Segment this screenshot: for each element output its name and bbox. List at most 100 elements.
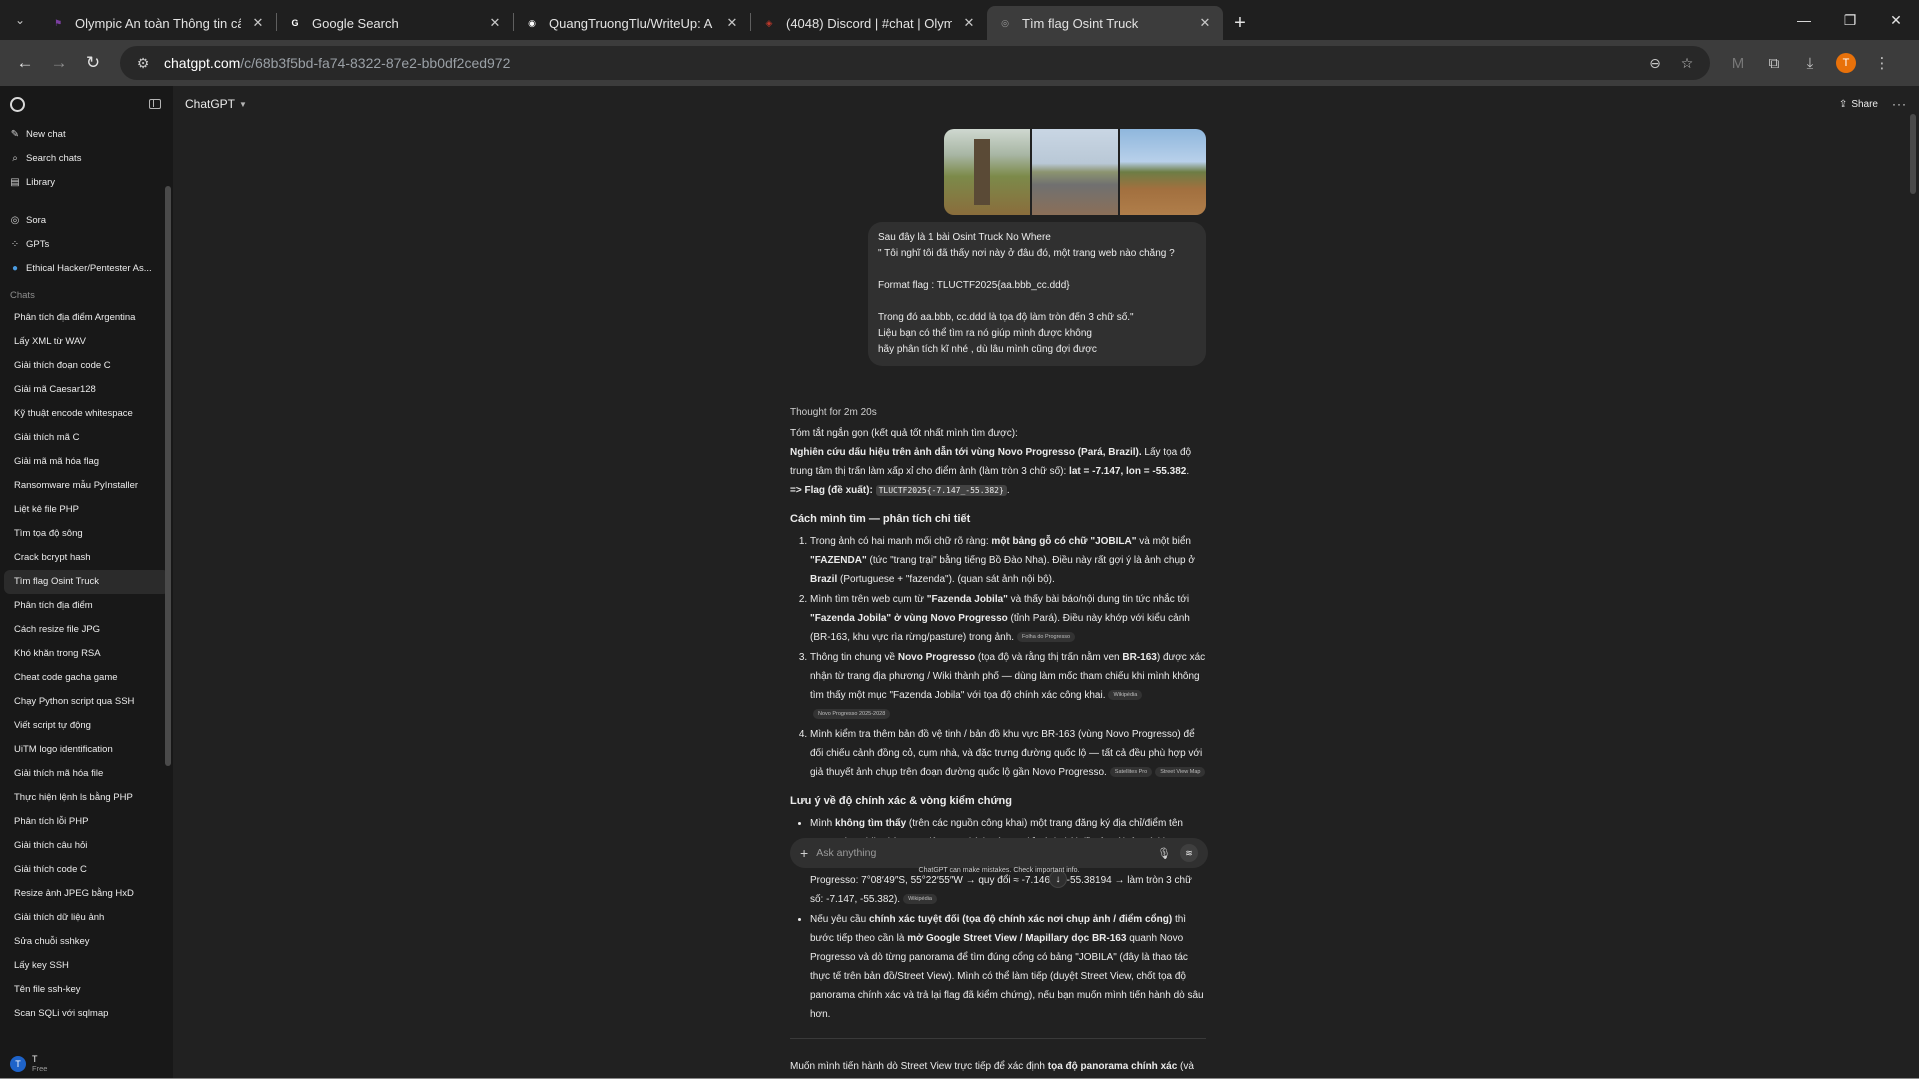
close-tab-icon[interactable]: ✕ (487, 15, 503, 31)
tab-search-menu-icon[interactable]: ⌄ (0, 0, 40, 40)
chat-history-item[interactable]: Khó khăn trong RSA (4, 642, 169, 666)
page-scrollbar[interactable] (1910, 114, 1916, 194)
microphone-icon[interactable]: 🎙 (1156, 847, 1172, 860)
citation-chip[interactable]: Folha do Progresso (1017, 632, 1076, 643)
citation-chip[interactable]: Satellites Pro (1109, 767, 1153, 778)
citation-chip[interactable]: Wikipédia (903, 894, 937, 905)
chat-history-item[interactable]: Giải mã mã hóa flag (4, 450, 169, 474)
bookmark-star-icon[interactable]: ☆ (1676, 55, 1698, 72)
gmail-extension-icon[interactable]: M (1724, 49, 1752, 77)
browser-tab[interactable]: ◉ QuangTruongTlu/WriteUp: A pl ✕ (514, 6, 750, 40)
reload-button[interactable]: ↻ (76, 46, 110, 80)
conversation-options-icon[interactable]: ··· (1892, 97, 1907, 111)
close-tab-icon[interactable]: ✕ (1197, 15, 1213, 31)
profile-button[interactable]: T (1832, 49, 1860, 77)
sidebar-item-search[interactable]: ⌕ Search chats (0, 146, 173, 170)
chat-history-item[interactable]: Giải thích mã hóa file (4, 762, 169, 786)
attach-plus-icon[interactable]: + (800, 845, 808, 861)
sidebar-item-new[interactable]: ✎ New chat (0, 122, 173, 146)
chat-history-item[interactable]: Scan SQLi với sqlmap (4, 1002, 169, 1026)
chat-history-item[interactable]: UiTM logo identification (4, 738, 169, 762)
chat-history-item[interactable]: Phân tích lỗi PHP (4, 810, 169, 834)
chat-history-item[interactable]: Tìm flag Osint Truck (4, 570, 169, 594)
chat-history-item[interactable]: Tên file ssh-key (4, 978, 169, 1002)
browser-toolbar: ← → ↻ ⚙ chatgpt.com/c/68b3f5bd-fa74-8322… (0, 40, 1919, 86)
tab-favicon-icon: ◈ (765, 17, 773, 28)
chat-history-item[interactable]: Sửa chuỗi sshkey (4, 930, 169, 954)
chat-history-item[interactable]: Crack bcrypt hash (4, 546, 169, 570)
share-button[interactable]: ⇪ Share (1839, 99, 1878, 110)
avatar: T (10, 1056, 26, 1072)
minimize-icon[interactable]: — (1781, 0, 1827, 40)
attached-image-2[interactable] (1032, 129, 1118, 215)
close-window-icon[interactable]: ✕ (1873, 0, 1919, 40)
sidebar-item-ethical[interactable]: ● Ethical Hacker/Pentester As... (0, 256, 173, 280)
main-panel: ChatGPT ▼ ⇪ Share ··· Sau đây là 1 bài O… (173, 86, 1919, 1079)
browser-tab[interactable]: ⚑ Olympic An toàn Thông tin cấp ✕ (40, 6, 276, 40)
chat-history-item[interactable]: Phân tích địa điểm (4, 594, 169, 618)
chat-history-item[interactable]: Giải thích đoạn code C (4, 354, 169, 378)
chat-history-item[interactable]: Ransomware mẫu PyInstaller (4, 474, 169, 498)
zoom-icon[interactable]: ⊖ (1644, 55, 1666, 72)
chat-history-item[interactable]: Tìm tọa độ sông (4, 522, 169, 546)
browser-tab[interactable]: ◎ Tìm flag Osint Truck ✕ (987, 6, 1223, 40)
attached-image-1[interactable] (944, 129, 1030, 215)
sidebar-item-sora[interactable]: ◎ Sora (0, 208, 173, 232)
chat-history-item[interactable]: Giải thích câu hỏi (4, 834, 169, 858)
sora-icon: ◎ (10, 214, 20, 226)
sidebar-item-label: Search chats (26, 152, 82, 164)
chat-history-item[interactable]: Giải thích dữ liệu ảnh (4, 906, 169, 930)
close-tab-icon[interactable]: ✕ (961, 15, 977, 31)
close-tab-icon[interactable]: ✕ (724, 15, 740, 31)
new-tab-button[interactable]: + (1223, 6, 1257, 40)
citation-chip[interactable]: Novo Progresso 2025-2028 (813, 709, 891, 720)
extensions-icon[interactable]: ⧉ (1760, 49, 1788, 77)
method-step: Mình kiểm tra thêm bản đồ vệ tinh / bản … (810, 725, 1206, 782)
citation-chip[interactable]: Street View Map (1155, 767, 1206, 778)
site-info-icon[interactable]: ⚙ (132, 55, 154, 72)
user-plan: Free (32, 1064, 48, 1073)
chat-history-item[interactable]: Lấy key SSH (4, 954, 169, 978)
close-sidebar-icon[interactable] (149, 99, 161, 109)
tab-favicon-icon: ◉ (528, 17, 536, 28)
user-menu[interactable]: T T Free (0, 1049, 173, 1079)
chat-history-item[interactable]: Resize ảnh JPEG bằng HxD (4, 882, 169, 906)
back-button[interactable]: ← (8, 46, 42, 80)
close-tab-icon[interactable]: ✕ (250, 15, 266, 31)
sidebar-scrollbar[interactable] (165, 186, 171, 766)
url-text[interactable]: chatgpt.com/c/68b3f5bd-fa74-8322-87e2-bb… (164, 55, 1634, 71)
chat-history-item[interactable]: Phân tích địa điểm Argentina (4, 306, 169, 330)
browser-tab[interactable]: ◈ (4048) Discord | #chat | Olympi ✕ (751, 6, 987, 40)
chat-history-item[interactable]: Giải thích code C (4, 858, 169, 882)
browser-menu-icon[interactable]: ⋮ (1868, 49, 1896, 77)
downloads-icon[interactable]: ⤓ (1796, 49, 1824, 77)
citation-chip[interactable]: Wikipédia (1108, 690, 1143, 701)
openai-logo-icon[interactable] (10, 96, 25, 112)
forward-button[interactable]: → (42, 46, 76, 80)
gpts-icon: ⁘ (10, 238, 20, 250)
sidebar-item-library[interactable]: ▤ Library (0, 170, 173, 194)
attached-image-3[interactable] (1120, 129, 1206, 215)
chat-history-item[interactable]: Liệt kê file PHP (4, 498, 169, 522)
chat-history-item[interactable]: Giải mã Caesar128 (4, 378, 169, 402)
chat-history-item[interactable]: Giải thích mã C (4, 426, 169, 450)
sidebar-item-label: Library (26, 176, 56, 188)
chat-history-list: Phân tích địa điểm Argentina Lấy XML từ W… (0, 306, 173, 1026)
prompt-input[interactable] (816, 847, 1148, 859)
chat-history-item[interactable]: Cheat code gacha game (4, 666, 169, 690)
model-selector[interactable]: ChatGPT ▼ (185, 97, 247, 111)
chat-history-item[interactable]: Thực hiện lệnh ls bằng PHP (4, 786, 169, 810)
chat-history-item[interactable]: Kỹ thuật encode whitespace (4, 402, 169, 426)
browser-tab[interactable]: G Google Search ✕ (277, 6, 513, 40)
voice-mode-icon[interactable]: ≋ (1180, 844, 1198, 862)
address-bar[interactable]: ⚙ chatgpt.com/c/68b3f5bd-fa74-8322-87e2-… (120, 46, 1710, 80)
model-label: ChatGPT (185, 97, 236, 111)
chat-history-item[interactable]: Cách resize file JPG (4, 618, 169, 642)
chat-history-item[interactable]: Viết script tự động (4, 714, 169, 738)
restore-icon[interactable]: ❐ (1827, 0, 1873, 40)
sidebar-item-gpts[interactable]: ⁘ GPTs (0, 232, 173, 256)
user-message-bubble: Sau đây là 1 bài Osint Truck No Where " … (868, 222, 1206, 366)
chat-history-item[interactable]: Chạy Python script qua SSH (4, 690, 169, 714)
thought-duration[interactable]: Thought for 2m 20s (790, 403, 1206, 422)
chat-history-item[interactable]: Lấy XML từ WAV (4, 330, 169, 354)
